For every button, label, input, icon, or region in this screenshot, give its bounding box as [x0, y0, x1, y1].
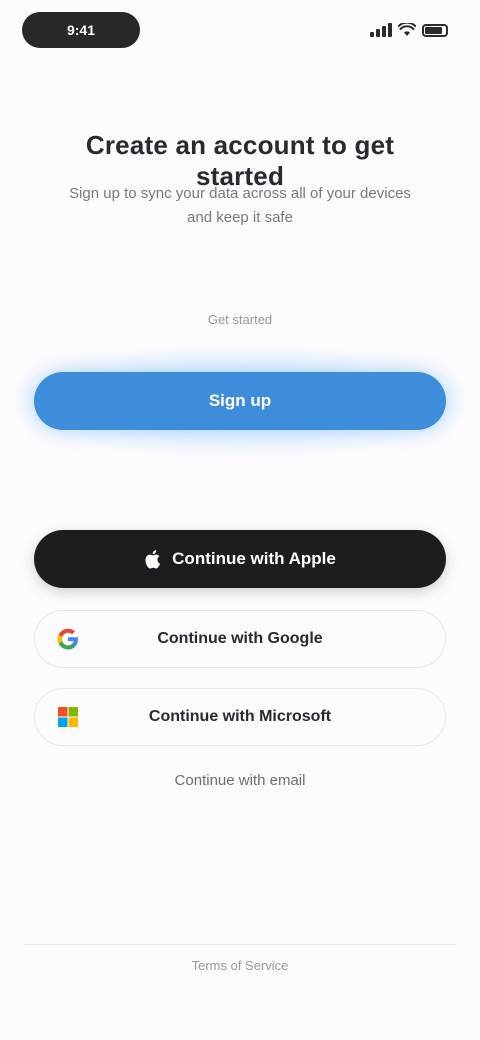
apple-icon	[145, 550, 161, 569]
signal-icon	[370, 23, 392, 37]
apple-button-label: Continue with Apple	[172, 549, 336, 568]
status-icons	[370, 18, 448, 42]
continue-with-email-link[interactable]: Continue with email	[0, 772, 480, 789]
terms-link[interactable]: Terms of Service	[0, 958, 480, 973]
continue-with-microsoft-button[interactable]: Continue with Microsoft	[34, 688, 446, 746]
wifi-icon	[398, 23, 416, 36]
status-bar: 9:41	[0, 0, 480, 60]
microsoft-icon	[58, 707, 78, 727]
google-icon	[57, 628, 78, 650]
page-subtitle: Sign up to sync your data across all of …	[69, 185, 411, 226]
status-time: 9:41	[22, 12, 140, 48]
battery-icon	[422, 23, 448, 37]
footer-divider	[24, 944, 456, 945]
google-button-label: Continue with Google	[157, 630, 323, 647]
continue-with-google-button[interactable]: Continue with Google	[34, 610, 446, 668]
sign-up-button[interactable]: Sign up	[34, 372, 446, 430]
get-started-label: Get started	[207, 312, 273, 327]
signup-screen: 9:41 Create an account to get started Si…	[0, 0, 480, 1040]
microsoft-button-label: Continue with Microsoft	[148, 708, 332, 725]
continue-with-apple-button[interactable]: Continue with Apple	[34, 530, 446, 588]
